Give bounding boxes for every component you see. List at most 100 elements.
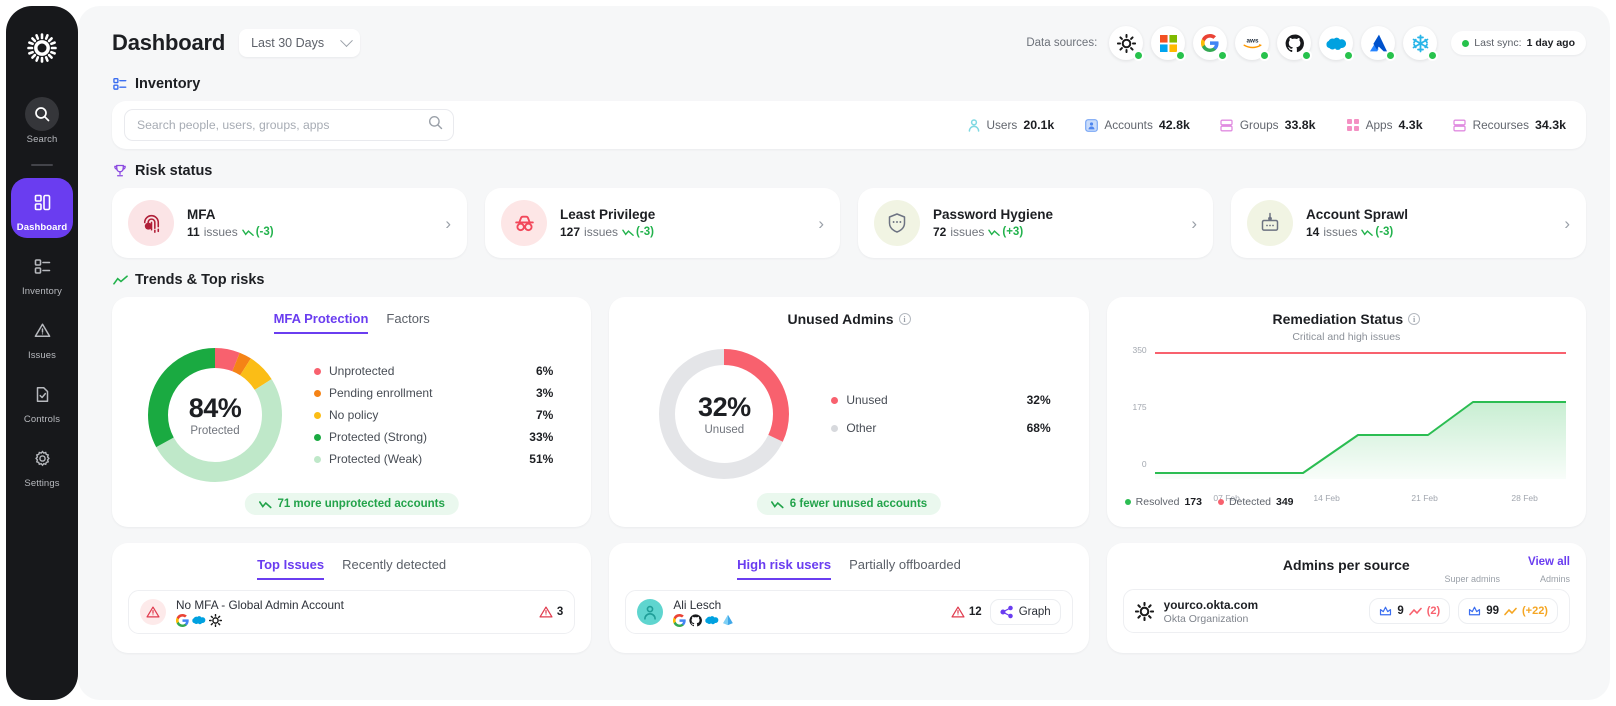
admin-source-body: yourco.okta.com Okta Organization	[1164, 598, 1258, 625]
stat-value: 4.3k	[1398, 118, 1422, 132]
issue-title: No MFA - Global Admin Account	[176, 598, 344, 612]
legend-label: Resolved	[1136, 496, 1180, 508]
unused-donut-block: 32% Unused Unused 32% Other	[625, 341, 1072, 487]
chevron-right-icon[interactable]: ›	[818, 215, 824, 232]
last-sync-badge: Last sync: 1 day ago	[1451, 31, 1586, 55]
data-source-salesforce[interactable]	[1319, 26, 1353, 60]
data-source-microsoft[interactable]	[1151, 26, 1185, 60]
chevron-down-icon	[340, 34, 353, 47]
tab-recently-detected[interactable]: Recently detected	[342, 557, 446, 580]
graph-button[interactable]: Graph	[990, 599, 1061, 625]
issue-body: No MFA - Global Admin Account	[176, 598, 344, 627]
azure-icon	[722, 614, 734, 626]
tab-partially-offboarded[interactable]: Partially offboarded	[849, 557, 961, 580]
okta-icon	[1135, 602, 1154, 621]
card-admins-per-source: Admins per source View all Super admins …	[1107, 543, 1586, 653]
tab-high-risk-users[interactable]: High risk users	[737, 557, 831, 580]
sidebar-item-issues[interactable]: Issues	[11, 306, 73, 366]
sidebar-item-label: Issues	[28, 350, 56, 361]
graph-button-label: Graph	[1019, 606, 1051, 618]
view-all-link[interactable]: View all	[1528, 556, 1570, 568]
data-source-google[interactable]	[1193, 26, 1227, 60]
legend-item: Unprotected 6%	[314, 360, 575, 382]
data-source-github[interactable]	[1277, 26, 1311, 60]
info-icon[interactable]: i	[899, 313, 911, 325]
search-icon[interactable]	[428, 115, 443, 135]
legend-value: 33%	[529, 430, 575, 444]
trend-down-icon	[242, 228, 254, 237]
legend-label: Unused	[846, 393, 887, 407]
card-title: Unused Admins	[787, 311, 893, 327]
chevron-right-icon[interactable]: ›	[1191, 215, 1197, 232]
google-icon	[673, 614, 686, 627]
chevron-right-icon[interactable]: ›	[445, 215, 451, 232]
x-tick: 28 Feb	[1511, 493, 1537, 503]
unused-admins-title-row: Unused Admins i	[625, 311, 1072, 327]
risk-card-mfa[interactable]: MFA 11 issues (-3) ›	[112, 188, 467, 258]
tab-factors[interactable]: Factors	[386, 311, 429, 334]
chevron-right-icon[interactable]: ›	[1564, 215, 1570, 232]
legend-dot	[314, 456, 321, 463]
aws-icon: aws	[1242, 35, 1263, 51]
user-icon	[967, 118, 981, 132]
user-name: Ali Lesch	[673, 598, 734, 612]
inventory-section-header: Inventory	[112, 76, 1586, 92]
google-icon	[176, 614, 189, 627]
unused-footnote-pill: 6 fewer unused accounts	[757, 493, 941, 515]
risk-card-least-privilege[interactable]: Least Privilege 127 issues (-3) ›	[485, 188, 840, 258]
unused-footnote-text: 6 fewer unused accounts	[790, 498, 927, 510]
user-row[interactable]: Ali Lesch	[625, 590, 1072, 634]
inventory-bar: Users 20.1k Accounts 42.8k	[112, 101, 1586, 149]
sidebar-item-label: Dashboard	[17, 222, 68, 233]
data-source-snowflake[interactable]	[1403, 26, 1437, 60]
tab-mfa-protection[interactable]: MFA Protection	[274, 311, 369, 334]
mfa-center-value: 84%	[189, 393, 242, 424]
column-header-admins: Admins	[1540, 574, 1570, 584]
legend-dot	[314, 434, 321, 441]
inventory-stat-groups[interactable]: Groups 33.8k	[1220, 118, 1316, 132]
data-source-aws[interactable]: aws	[1235, 26, 1269, 60]
inventory-list-icon	[25, 249, 59, 283]
top-bar: Dashboard Last 30 Days Data sources:	[112, 24, 1586, 62]
info-icon[interactable]: i	[1408, 313, 1420, 325]
inventory-stat-accounts[interactable]: Accounts 42.8k	[1084, 118, 1190, 132]
legend-item-detected: Detected 349	[1218, 496, 1294, 508]
sidebar-item-dashboard[interactable]: Dashboard	[11, 178, 73, 238]
issue-row[interactable]: No MFA - Global Admin Account	[128, 590, 575, 634]
high-risk-tabs: High risk users Partially offboarded	[625, 557, 1072, 580]
remediation-subtitle: Critical and high issues	[1123, 331, 1570, 343]
inventory-stat-apps[interactable]: Apps 4.3k	[1346, 118, 1423, 132]
risk-card-account-sprawl[interactable]: Account Sprawl 14 issues (-3) ›	[1231, 188, 1586, 258]
data-source-okta[interactable]	[1109, 26, 1143, 60]
google-icon	[1201, 34, 1219, 52]
id-badge-icon	[1247, 200, 1293, 246]
sidebar-item-settings[interactable]: Settings	[11, 434, 73, 494]
github-icon	[1285, 34, 1304, 53]
legend-item: Other 68%	[831, 414, 1072, 442]
search-input[interactable]	[137, 118, 428, 132]
date-range-select[interactable]: Last 30 Days	[239, 29, 360, 57]
admin-source-row[interactable]: yourco.okta.com Okta Organization 9 (2)	[1123, 589, 1570, 633]
sidebar-item-label: Inventory	[22, 286, 62, 297]
risk-card-password-hygiene[interactable]: Password Hygiene 72 issues (+3) ›	[858, 188, 1213, 258]
inventory-search[interactable]	[124, 109, 454, 141]
legend-dot	[1218, 499, 1224, 505]
inventory-stat-resources[interactable]: Recourses 34.3k	[1453, 118, 1566, 132]
data-source-atlassian[interactable]	[1361, 26, 1395, 60]
tab-top-issues[interactable]: Top Issues	[257, 557, 324, 580]
trend-down-icon	[771, 500, 784, 509]
sidebar-item-inventory[interactable]: Inventory	[11, 242, 73, 302]
app-logo[interactable]	[22, 28, 62, 68]
stat-value: 20.1k	[1023, 118, 1054, 132]
y-tick: 350	[1132, 345, 1146, 355]
y-tick: 0	[1142, 459, 1147, 469]
admins-title: Admins per source	[1123, 557, 1570, 573]
status-dot	[1259, 50, 1270, 61]
stat-label: Apps	[1366, 118, 1393, 132]
mfa-donut-block: 84% Protected Unprotected 6% Pending enr	[128, 342, 575, 488]
inventory-stat-users[interactable]: Users 20.1k	[967, 118, 1055, 132]
shield-dots-icon	[874, 200, 920, 246]
sidebar-item-controls[interactable]: Controls	[11, 370, 73, 430]
atlassian-icon	[1369, 34, 1388, 52]
sidebar-item-search[interactable]: Search	[11, 90, 73, 150]
